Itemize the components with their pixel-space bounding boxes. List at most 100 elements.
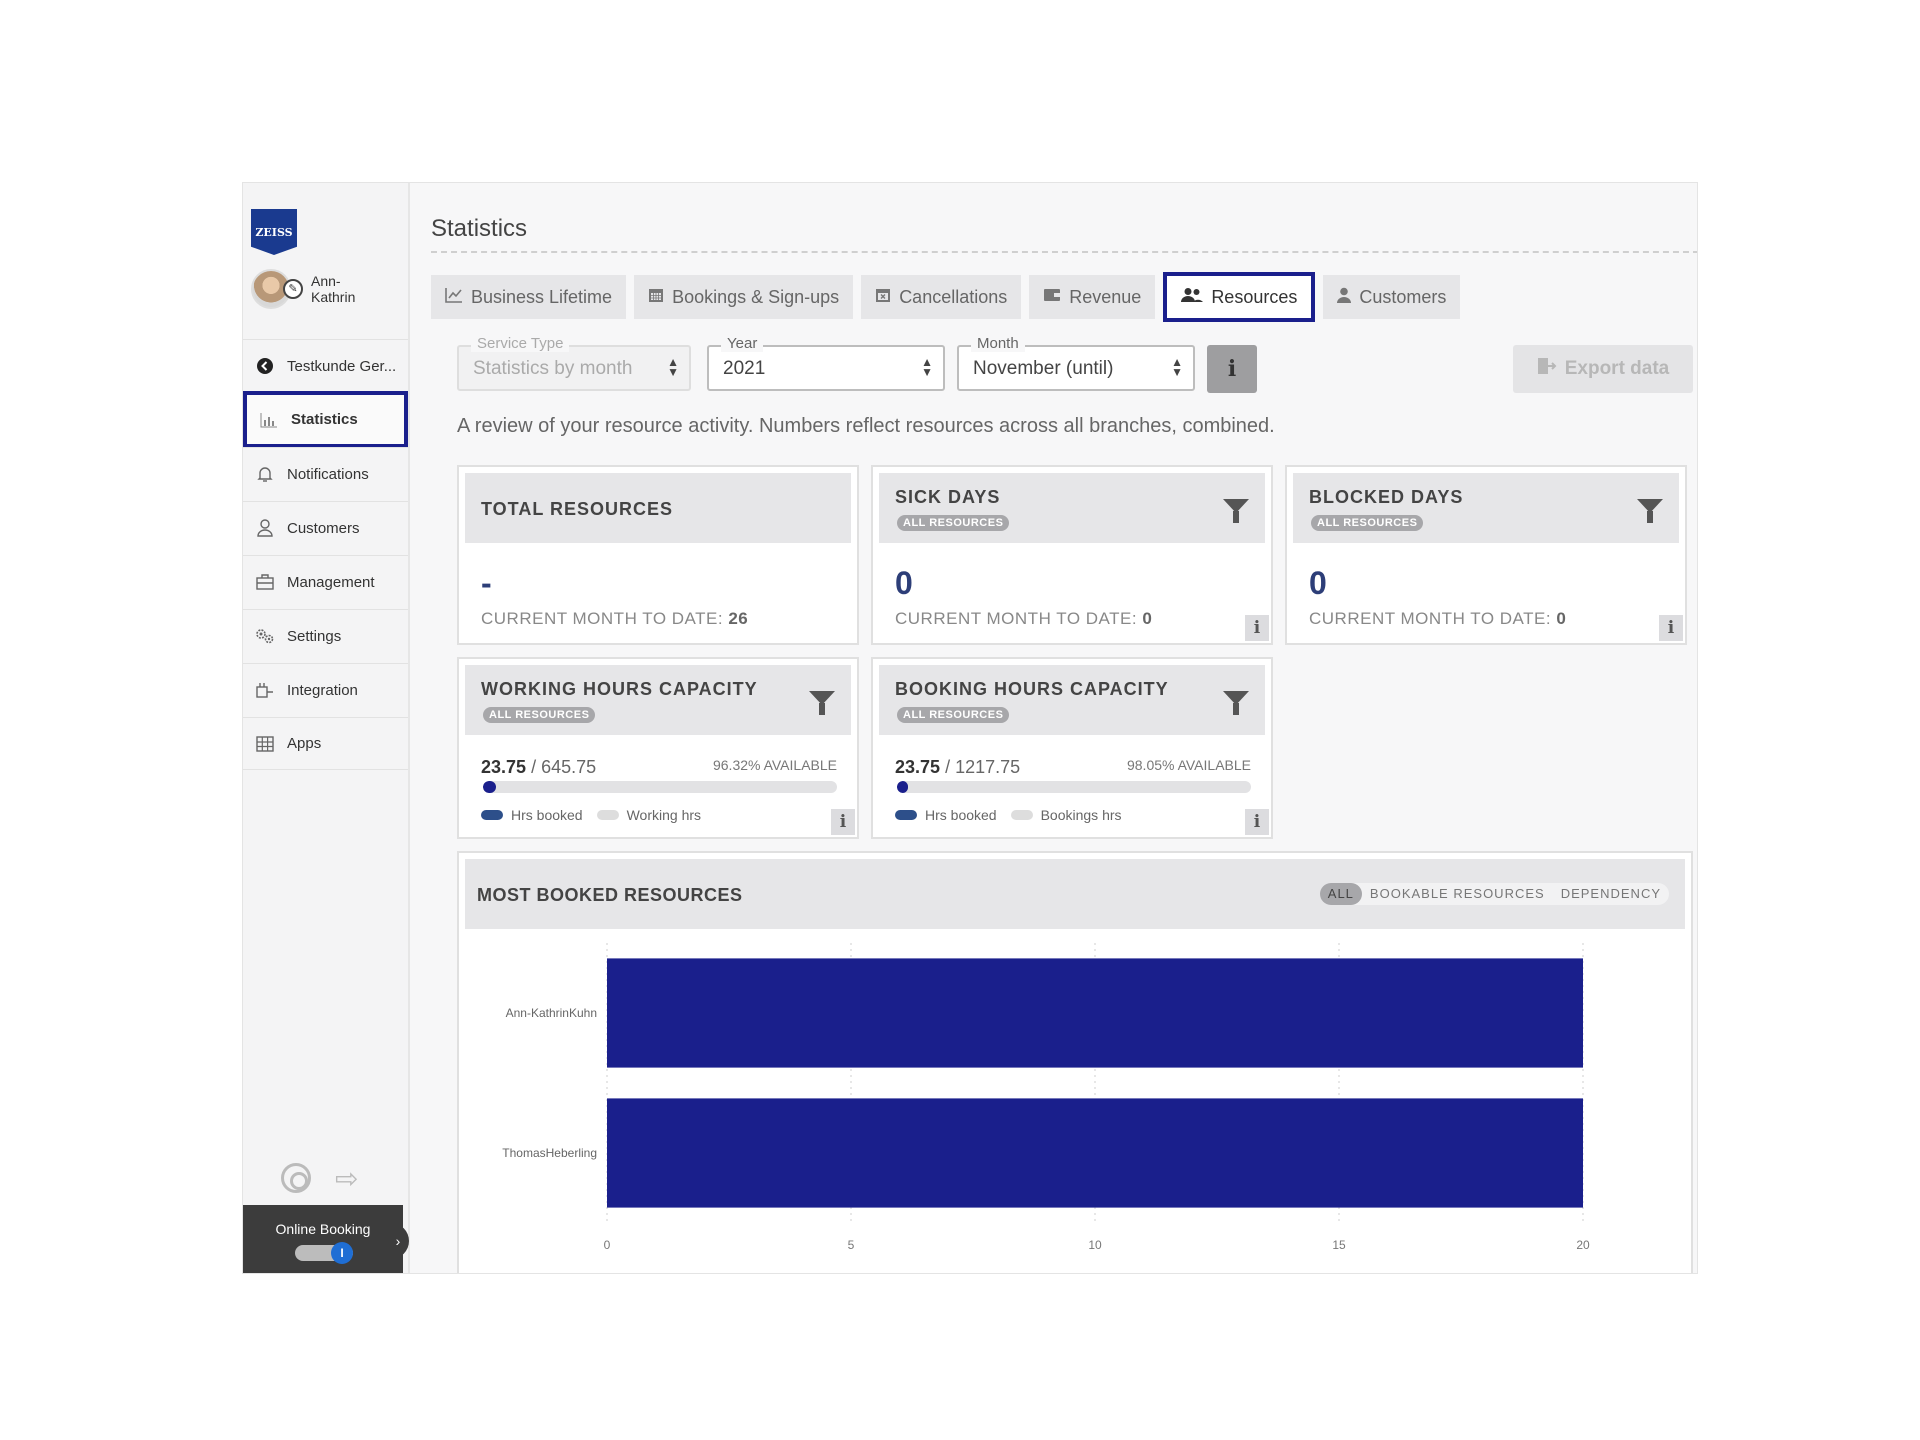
tab-business-lifetime[interactable]: Business Lifetime xyxy=(431,275,627,319)
current-month-label: CURRENT MONTH TO DATE: xyxy=(1309,609,1552,628)
blocked-days-card: BLOCKED DAYS ALL RESOURCES 0 CURRENT MON… xyxy=(1285,465,1687,645)
sick-days-value: 0 xyxy=(895,565,913,601)
all-resources-badge: ALL RESOURCES xyxy=(897,515,1010,531)
sidebar-item-label: Integration xyxy=(287,681,358,699)
all-resources-badge: ALL RESOURCES xyxy=(897,707,1010,723)
service-type-select[interactable]: Service Type Statistics by month ▲ ▼ xyxy=(457,335,691,391)
online-booking-panel: Online Booking I xyxy=(243,1205,403,1273)
info-icon[interactable]: i xyxy=(831,809,855,835)
current-month-value: 0 xyxy=(1556,609,1567,628)
export-icon xyxy=(1537,357,1557,381)
edit-profile-icon[interactable]: ✎ xyxy=(283,279,303,299)
online-booking-toggle[interactable]: I xyxy=(295,1242,353,1264)
current-month-value: 26 xyxy=(728,609,749,628)
help-lifebuoy-icon[interactable] xyxy=(281,1163,311,1193)
sidebar-item-label: Apps xyxy=(287,735,322,752)
filter-icon[interactable] xyxy=(1637,499,1663,523)
sidebar-item-customers[interactable]: Customers xyxy=(243,501,408,554)
sidebar-item-settings[interactable]: Settings xyxy=(243,609,408,662)
sidebar-item-testkunde[interactable]: Testkunde Ger... xyxy=(243,339,408,392)
card-title: MOST BOOKED RESOURCES xyxy=(477,885,743,905)
user-profile[interactable]: ✎ Ann-Kathrin xyxy=(251,269,371,309)
sidebar-collapse-icon[interactable]: › xyxy=(387,1223,409,1259)
tab-label: Bookings & Sign-ups xyxy=(672,286,840,307)
line-chart-icon xyxy=(445,287,463,308)
user-icon xyxy=(255,518,275,538)
arrow-left-circle-icon xyxy=(255,356,275,376)
sidebar-item-label: Statistics xyxy=(291,411,358,428)
filter-option-bookable-resources[interactable]: BOOKABLE RESOURCES xyxy=(1362,883,1553,905)
capacity-legend: Hrs booked Bookings hrs xyxy=(895,807,1122,823)
current-month-line: CURRENT MONTH TO DATE: 0 xyxy=(895,609,1152,629)
tab-resources[interactable]: Resources xyxy=(1163,272,1316,322)
tab-customers[interactable]: Customers xyxy=(1323,275,1461,319)
card-title: TOTAL RESOURCES xyxy=(481,499,674,519)
card-header: WORKING HOURS CAPACITY ALL RESOURCES xyxy=(465,665,851,735)
toggle-knob[interactable]: I xyxy=(331,1242,353,1264)
all-resources-badge: ALL RESOURCES xyxy=(483,707,596,723)
filter-icon[interactable] xyxy=(1223,691,1249,715)
legend-booked-label: Hrs booked xyxy=(925,807,997,823)
current-month-line: CURRENT MONTH TO DATE: 0 xyxy=(1309,609,1566,629)
filter-option-all[interactable]: ALL xyxy=(1319,883,1362,905)
info-icon[interactable]: i xyxy=(1659,615,1683,641)
sidebar-item-notifications[interactable]: Notifications xyxy=(243,447,408,500)
x-tick-label: 5 xyxy=(848,1238,855,1252)
tab-label: Business Lifetime xyxy=(471,286,613,307)
x-tick-label: 20 xyxy=(1576,1238,1590,1252)
filter-icon[interactable] xyxy=(1223,499,1249,523)
info-icon[interactable]: i xyxy=(1245,615,1269,641)
sidebar-item-statistics[interactable]: Statistics xyxy=(243,391,408,448)
capacity-legend: Hrs booked Working hrs xyxy=(481,807,701,823)
card-header: SICK DAYS ALL RESOURCES xyxy=(879,473,1265,543)
current-month-value: 0 xyxy=(1142,609,1153,628)
sidebar-item-label: Testkunde Ger... xyxy=(287,357,397,375)
capacity-numbers: 23.75 / 1217.75 xyxy=(895,757,1020,778)
capacity-progress-bar xyxy=(897,781,1251,793)
wallet-icon xyxy=(1043,288,1061,307)
legend-swatch-booked xyxy=(895,810,917,820)
sidebar-item-label: Customers xyxy=(287,519,360,537)
filter-icon[interactable] xyxy=(809,691,835,715)
available-percent: 96.32% AVAILABLE xyxy=(712,757,837,773)
available-percent: 98.05% AVAILABLE xyxy=(1126,757,1251,773)
capacity-progress-bar xyxy=(483,781,837,793)
card-header: MOST BOOKED RESOURCES ALL BOOKABLE RESOU… xyxy=(465,859,1685,929)
resource-type-filter: ALL BOOKABLE RESOURCES DEPENDENCY xyxy=(1319,883,1669,905)
x-tick-label: 0 xyxy=(604,1238,611,1252)
sidebar-item-label: Notifications xyxy=(287,465,369,483)
info-icon[interactable]: i xyxy=(1245,809,1269,835)
filter-option-dependency[interactable]: DEPENDENCY xyxy=(1553,883,1669,905)
hours-booked-value: 23.75 xyxy=(481,757,527,777)
month-select[interactable]: Month November (until) ▲ ▼ xyxy=(957,335,1195,391)
legend-booked-label: Hrs booked xyxy=(511,807,583,823)
export-data-button[interactable]: Export data xyxy=(1513,345,1693,393)
hours-booked-value: 23.75 xyxy=(895,757,941,777)
capacity-progress-fill xyxy=(897,781,908,793)
export-label: Export data xyxy=(1564,358,1670,379)
sidebar-item-integration[interactable]: Integration xyxy=(243,663,408,716)
tab-label: Resources xyxy=(1211,286,1298,307)
tab-bookings-signups[interactable]: Bookings & Sign-ups xyxy=(634,275,854,319)
logout-icon[interactable]: ⇨ xyxy=(335,1165,358,1193)
info-button[interactable]: i xyxy=(1207,345,1257,393)
service-type-label: Service Type xyxy=(471,335,570,352)
tab-label: Cancellations xyxy=(899,286,1008,307)
sidebar-item-management[interactable]: Management xyxy=(243,555,408,608)
current-month-label: CURRENT MONTH TO DATE: xyxy=(895,609,1138,628)
users-icon xyxy=(1181,287,1204,308)
sidebar-item-apps[interactable]: Apps xyxy=(243,717,408,770)
service-type-value: Statistics by month xyxy=(473,358,633,379)
tab-cancellations[interactable]: Cancellations xyxy=(861,275,1022,319)
tab-revenue[interactable]: Revenue xyxy=(1029,275,1156,319)
year-select[interactable]: Year 2021 ▲ ▼ xyxy=(707,335,945,391)
hours-total-value: / 1217.75 xyxy=(945,757,1021,777)
tab-label: Customers xyxy=(1359,286,1447,307)
user-name: Ann-Kathrin xyxy=(311,273,356,305)
card-title: BOOKING HOURS CAPACITY xyxy=(895,679,1169,699)
card-title: BLOCKED DAYS xyxy=(1309,487,1464,507)
gears-icon xyxy=(255,626,275,646)
capacity-progress-fill xyxy=(483,781,497,793)
card-title: SICK DAYS xyxy=(895,487,1001,507)
plug-icon xyxy=(255,680,275,700)
